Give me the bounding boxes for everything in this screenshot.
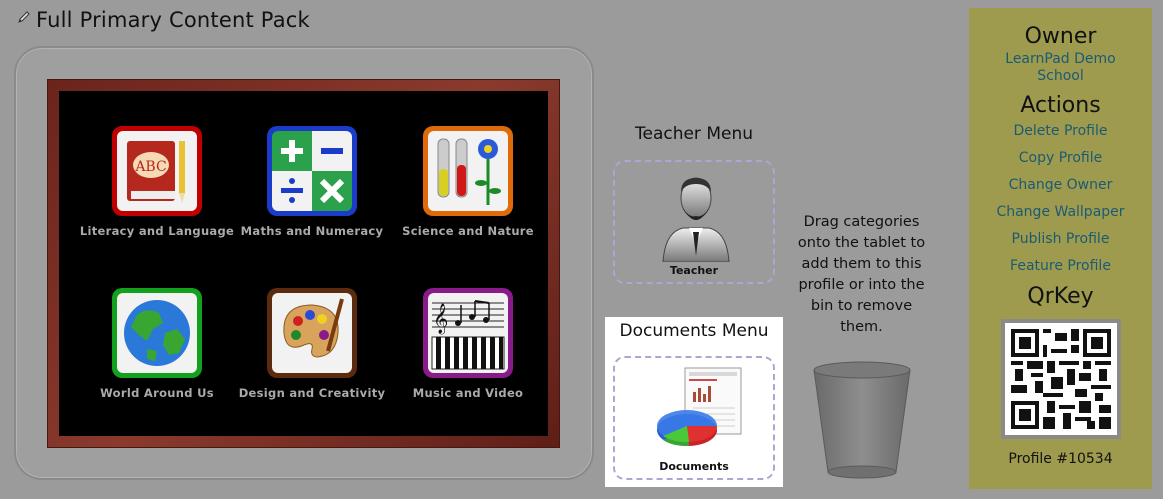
change-wallpaper-link[interactable]: Change Wallpaper — [969, 199, 1152, 226]
qr-code — [1000, 319, 1121, 439]
sidebar: Owner LearnPad Demo School Actions Delet… — [969, 8, 1152, 489]
teacher-avatar-icon — [662, 177, 730, 262]
pencil-icon[interactable] — [16, 9, 32, 25]
qr-code-icon — [1010, 329, 1111, 429]
feature-profile-link[interactable]: Feature Profile — [969, 253, 1152, 280]
qrkey-heading: QrKey — [1027, 284, 1094, 309]
profile-number: Profile #10534 — [1008, 451, 1113, 467]
teacher-menu-item[interactable]: Teacher — [613, 160, 775, 284]
trash-bin-icon[interactable] — [810, 360, 914, 480]
paint-palette-icon — [272, 293, 352, 373]
teacher-menu-title: Teacher Menu — [634, 124, 754, 144]
documents-chart-icon — [657, 367, 742, 447]
category-music[interactable]: 𝄞 Music and Video — [388, 288, 548, 400]
music-keyboard-icon: 𝄞 — [428, 293, 508, 373]
category-design[interactable]: Design and Creativity — [232, 288, 392, 400]
documents-menu-item[interactable]: Documents — [613, 356, 775, 480]
category-label: Design and Creativity — [238, 386, 386, 400]
category-label: Science and Nature — [402, 224, 534, 238]
delete-profile-link[interactable]: Delete Profile — [969, 118, 1152, 145]
category-label: Literacy and Language — [79, 224, 235, 238]
svg-text:𝄞: 𝄞 — [433, 303, 448, 335]
teacher-label: Teacher — [669, 264, 719, 277]
publish-profile-link[interactable]: Publish Profile — [969, 226, 1152, 253]
actions-heading: Actions — [1020, 93, 1101, 118]
category-science[interactable]: Science and Nature — [388, 126, 548, 238]
category-maths[interactable]: Maths and Numeracy — [232, 126, 392, 238]
drag-instructions: Drag categories onto the tablet to add t… — [797, 214, 926, 335]
documents-menu-title: Documents Menu — [619, 321, 769, 341]
category-label: Music and Video — [412, 386, 524, 400]
book-abc-icon: ABC — [117, 131, 197, 211]
math-symbols-icon — [272, 131, 352, 211]
category-grid: ABC Literacy and Language Maths and Nume… — [59, 91, 548, 436]
owner-heading: Owner — [1024, 24, 1097, 49]
chalkboard[interactable]: ABC Literacy and Language Maths and Nume… — [47, 79, 560, 448]
change-owner-link[interactable]: Change Owner — [969, 172, 1152, 199]
documents-label: Documents — [659, 460, 729, 473]
category-label: World Around Us — [100, 386, 214, 400]
category-literacy[interactable]: ABC Literacy and Language — [77, 126, 237, 238]
svg-text:ABC: ABC — [134, 159, 166, 175]
owner-link[interactable]: LearnPad Demo School — [969, 49, 1152, 85]
test-tubes-flower-icon — [428, 131, 508, 211]
page-header: Full Primary Content Pack — [16, 8, 310, 32]
globe-icon — [117, 293, 197, 373]
page-title: Full Primary Content Pack — [36, 8, 310, 32]
category-label: Maths and Numeracy — [240, 224, 384, 238]
category-world[interactable]: World Around Us — [77, 288, 237, 400]
copy-profile-link[interactable]: Copy Profile — [969, 145, 1152, 172]
